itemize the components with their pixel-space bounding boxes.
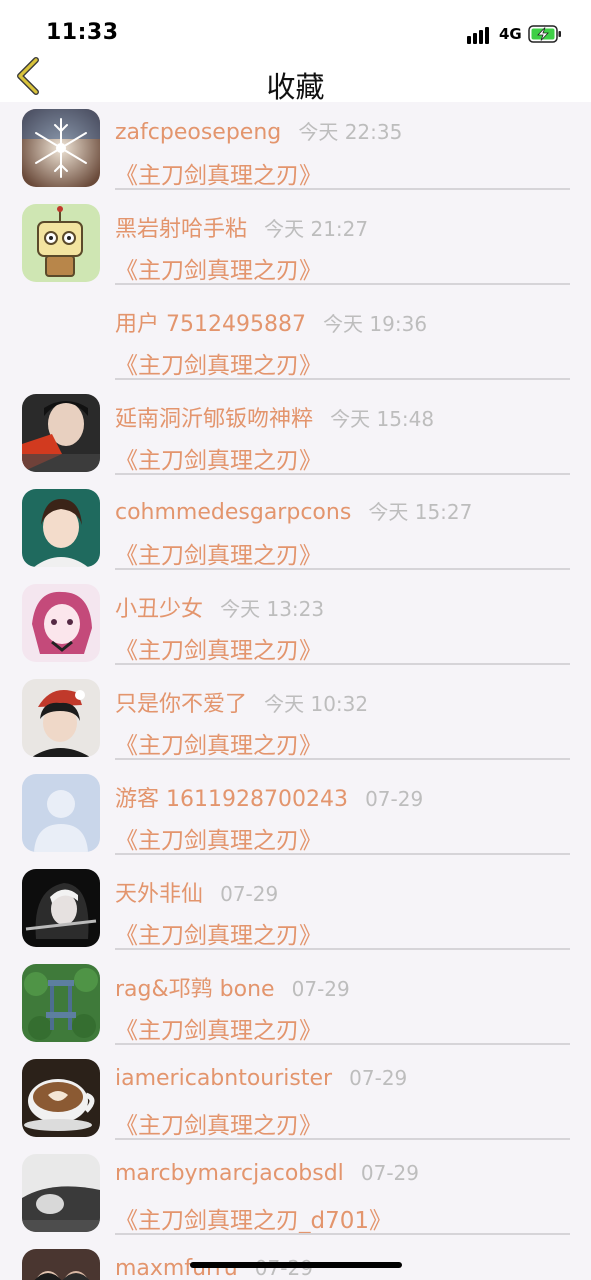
book-title[interactable]: 《主刀剑真理之刃》 (115, 631, 322, 665)
book-title[interactable]: 《主刀剑真理之刃》 (115, 1106, 322, 1140)
avatar[interactable] (22, 394, 100, 472)
user-name[interactable]: 游客 1611928700243 (115, 787, 348, 812)
book-title[interactable]: 《主刀剑真理之刃》 (115, 251, 322, 285)
avatar[interactable] (22, 774, 100, 852)
signal-icon (467, 26, 493, 44)
timestamp: 07-29 (291, 977, 350, 1001)
favorite-row[interactable]: 游客 1611928700243 07-29 《主刀剑真理之刃》 (0, 767, 591, 862)
user-name[interactable]: cohmmedesgarpcons (115, 500, 351, 525)
book-title[interactable]: 《主刀剑真理之刃》 (115, 346, 322, 380)
timestamp: 07-29 (360, 1161, 419, 1185)
timestamp: 07-29 (349, 1066, 408, 1090)
home-indicator[interactable] (190, 1262, 402, 1268)
book-title[interactable]: 《主刀剑真理之刃》 (115, 821, 322, 855)
favorite-row[interactable]: 小丑少女 今天 13:23 《主刀剑真理之刃》 (0, 577, 591, 672)
favorite-row[interactable]: iamericabntourister 07-29 《主刀剑真理之刃》 (0, 1052, 591, 1147)
user-name[interactable]: 延南洞沂郇钣吻神粹 (115, 407, 313, 432)
divider (115, 1043, 570, 1045)
book-title[interactable]: 《主刀剑真理之刃》 (115, 441, 322, 475)
favorite-row[interactable]: zafcpeosepeng 今天 22:35 《主刀剑真理之刃》 (0, 102, 591, 197)
book-title[interactable]: 《主刀剑真理之刃》 (115, 156, 322, 190)
page-title: 收藏 (266, 70, 325, 104)
favorites-list[interactable]: zafcpeosepeng 今天 22:35 《主刀剑真理之刃》 黑岩射哈手粘 … (0, 102, 591, 1280)
avatar[interactable] (22, 869, 100, 947)
avatar[interactable] (22, 964, 100, 1042)
divider (115, 1233, 570, 1235)
book-title[interactable]: 《主刀剑真理之刃》 (115, 1011, 322, 1045)
favorite-row[interactable]: 用户 7512495887 今天 19:36 《主刀剑真理之刃》 (0, 292, 591, 387)
user-name[interactable]: 只是你不爱了 (115, 692, 247, 717)
book-title[interactable]: 《主刀剑真理之刃》 (115, 536, 322, 570)
favorite-row[interactable]: rag&邛鹑 bone 07-29 《主刀剑真理之刃》 (0, 957, 591, 1052)
timestamp: 今天 22:35 (298, 120, 403, 144)
avatar[interactable] (22, 584, 100, 662)
favorite-row[interactable]: 延南洞沂郇钣吻神粹 今天 15:48 《主刀剑真理之刃》 (0, 387, 591, 482)
book-title[interactable]: 《主刀剑真理之刃》 (115, 916, 322, 950)
user-name[interactable]: rag&邛鹑 bone (115, 977, 275, 1002)
favorite-row[interactable]: cohmmedesgarpcons 今天 15:27 《主刀剑真理之刃》 (0, 482, 591, 577)
divider (115, 1138, 570, 1140)
timestamp: 今天 19:36 (323, 312, 428, 336)
user-name[interactable]: 用户 7512495887 (115, 312, 306, 337)
divider (115, 948, 570, 950)
user-name[interactable]: 黑岩射哈手粘 (115, 217, 247, 242)
favorite-row[interactable]: marcbymarcjacobsdl 07-29 《主刀剑真理之刃_d701》 (0, 1147, 591, 1242)
network-label: 4G (499, 25, 522, 43)
avatar[interactable] (22, 204, 100, 282)
divider (115, 188, 570, 190)
avatar[interactable] (22, 489, 100, 567)
nav-bar: 收藏 (0, 50, 591, 104)
timestamp: 07-29 (220, 882, 279, 906)
timestamp: 今天 15:27 (368, 500, 473, 524)
favorite-row[interactable]: maxmfurru 07-29 (0, 1242, 591, 1280)
divider (115, 473, 570, 475)
book-title[interactable]: 《主刀剑真理之刃_d701》 (115, 1201, 392, 1235)
user-name[interactable]: 天外非仙 (115, 882, 203, 907)
timestamp: 今天 15:48 (330, 407, 435, 431)
divider (115, 853, 570, 855)
user-name[interactable]: zafcpeosepeng (115, 120, 281, 145)
divider (115, 663, 570, 665)
divider (115, 283, 570, 285)
user-name[interactable]: 小丑少女 (115, 597, 203, 622)
book-title[interactable]: 《主刀剑真理之刃》 (115, 726, 322, 760)
divider (115, 568, 570, 570)
timestamp: 今天 13:23 (220, 597, 325, 621)
divider (115, 758, 570, 760)
avatar[interactable] (22, 1249, 100, 1280)
avatar[interactable] (22, 109, 100, 187)
timestamp: 今天 21:27 (264, 217, 369, 241)
avatar[interactable] (22, 1059, 100, 1137)
timestamp: 07-29 (254, 1256, 313, 1280)
divider (115, 378, 570, 380)
favorite-row[interactable]: 只是你不爱了 今天 10:32 《主刀剑真理之刃》 (0, 672, 591, 767)
timestamp: 今天 10:32 (264, 692, 369, 716)
avatar[interactable] (22, 679, 100, 757)
timestamp: 07-29 (365, 787, 424, 811)
user-name[interactable]: marcbymarcjacobsdl (115, 1161, 344, 1186)
user-name[interactable]: iamericabntourister (115, 1066, 332, 1091)
favorite-row[interactable]: 天外非仙 07-29 《主刀剑真理之刃》 (0, 862, 591, 957)
battery-charging-icon (528, 25, 561, 43)
avatar[interactable] (22, 1154, 100, 1232)
favorite-row[interactable]: 黑岩射哈手粘 今天 21:27 《主刀剑真理之刃》 (0, 197, 591, 292)
user-name[interactable]: maxmfurru (115, 1256, 238, 1280)
status-time: 11:33 (46, 20, 119, 45)
status-bar: 11:33 4G (0, 0, 591, 50)
